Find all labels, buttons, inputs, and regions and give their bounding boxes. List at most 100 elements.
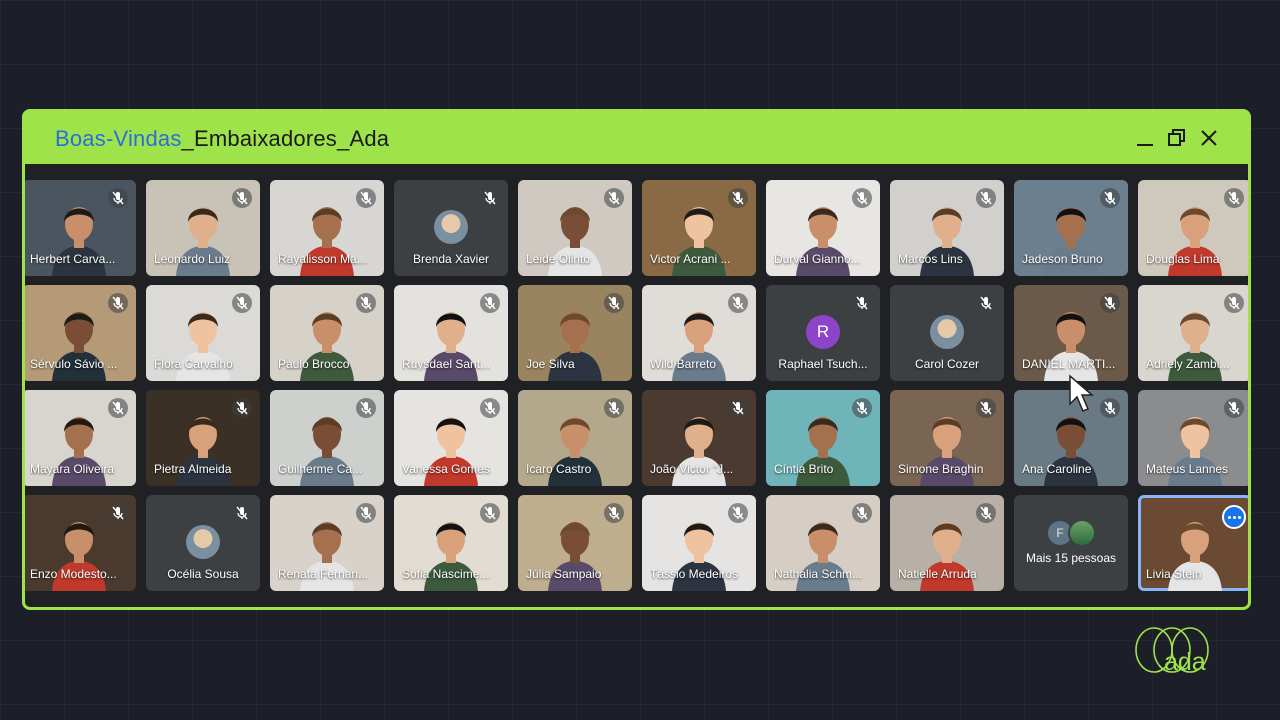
participant-tile[interactable]: Pietra Almeida — [146, 390, 260, 486]
participant-tile[interactable]: Joe Silva — [518, 285, 632, 381]
mic-off-icon — [604, 293, 624, 313]
mic-off-icon — [1100, 188, 1120, 208]
participant-tile[interactable]: Guilherme Ca... — [270, 390, 384, 486]
participant-tile[interactable]: Wild Barreto — [642, 285, 756, 381]
participant-name: Natielle Arruda — [898, 567, 977, 581]
participant-name: Sofia Nascime... — [402, 567, 490, 581]
participant-tile[interactable]: Carol Cozer — [890, 285, 1004, 381]
participant-tile[interactable]: Herbert Carva... — [25, 180, 136, 276]
participant-tile[interactable]: Adriely Zambi... — [1138, 285, 1248, 381]
participant-name: Adriely Zambi... — [1146, 357, 1230, 371]
mic-off-icon — [852, 293, 872, 313]
participant-name: Victor Acrani ... — [650, 252, 731, 266]
mic-off-icon — [232, 503, 252, 523]
participant-tile[interactable]: Sofia Nascime... — [394, 495, 508, 591]
mic-off-icon — [480, 293, 500, 313]
participant-tile[interactable]: Cíntia Brito — [766, 390, 880, 486]
participant-name: Jadeson Bruno — [1022, 252, 1103, 266]
mic-off-icon — [728, 293, 748, 313]
mic-off-icon — [852, 398, 872, 418]
participant-tile[interactable]: João Victor “J... — [642, 390, 756, 486]
participant-tile[interactable]: Sérvulo Sávio ... — [25, 285, 136, 381]
participant-name: Durval Gianno... — [774, 252, 861, 266]
participant-name: Océlia Sousa — [167, 567, 239, 581]
participant-name: Guilherme Ca... — [278, 462, 363, 476]
participant-name: Herbert Carva... — [30, 252, 116, 266]
mic-off-icon — [852, 503, 872, 523]
mic-off-icon — [976, 293, 996, 313]
participant-name: Rayalisson Ma... — [278, 252, 367, 266]
meeting-window: Boas-Vindas_Embaixadores_Ada Herbert Car… — [22, 109, 1251, 610]
mic-off-icon — [1224, 188, 1244, 208]
more-participants-tile[interactable]: F Mais 15 pessoas — [1014, 495, 1128, 591]
mouse-cursor-icon — [1069, 374, 1095, 412]
participant-tile[interactable]: Douglas Lima — [1138, 180, 1248, 276]
participant-tile[interactable]: Icaro Castro — [518, 390, 632, 486]
participant-tile[interactable]: Flora Carvalho — [146, 285, 260, 381]
participant-name: Leonardo Luiz — [154, 252, 231, 266]
participant-tile[interactable]: Renata Fernan... — [270, 495, 384, 591]
participant-tile[interactable]: Brenda Xavier — [394, 180, 508, 276]
mic-off-icon — [232, 188, 252, 208]
participant-tile[interactable]: Leonardo Luiz — [146, 180, 260, 276]
participant-name: Pietra Almeida — [154, 462, 232, 476]
participant-tile[interactable]: Tássio Medeiros — [642, 495, 756, 591]
mic-off-icon — [108, 188, 128, 208]
meeting-title-rest: _Embaixadores_Ada — [181, 126, 390, 151]
brand-logo-text: ada — [1164, 648, 1206, 676]
participant-tile[interactable]: Leide Olinto — [518, 180, 632, 276]
participant-tile[interactable]: Victor Acrani ... — [642, 180, 756, 276]
participant-tile[interactable]: R Raphael Tsuch... — [766, 285, 880, 381]
mic-off-icon — [852, 188, 872, 208]
participant-tile[interactable]: Durval Gianno... — [766, 180, 880, 276]
avatar — [186, 525, 220, 559]
participant-tile[interactable]: DANIEL MARTI... — [1014, 285, 1128, 381]
more-options-icon[interactable] — [1222, 505, 1246, 529]
participant-tile[interactable]: Livia Stein — [1138, 495, 1248, 591]
mic-off-icon — [604, 398, 624, 418]
mic-off-icon — [728, 188, 748, 208]
participants-grid: Herbert Carva... Leonardo Luiz Rayalisson … — [25, 180, 1248, 591]
participant-tile[interactable]: Natielle Arruda — [890, 495, 1004, 591]
participant-name: Icaro Castro — [526, 462, 592, 476]
meeting-title-accent: Boas-Vindas — [55, 126, 182, 151]
participant-name: Brenda Xavier — [412, 252, 490, 266]
participant-tile[interactable]: Marcos Lins — [890, 180, 1004, 276]
participant-name: Wild Barreto — [650, 357, 717, 371]
participant-tile[interactable]: Vanessa Gomes — [394, 390, 508, 486]
participant-tile[interactable]: Enzo Modesto... — [25, 495, 136, 591]
participant-name: Paulo Brocco — [278, 357, 350, 371]
mic-off-icon — [232, 398, 252, 418]
participant-tile[interactable]: Ruysdael Sant... — [394, 285, 508, 381]
participant-name: Livia Stein — [1146, 567, 1202, 581]
participant-name: Vanessa Gomes — [402, 462, 490, 476]
participant-tile[interactable]: Mayara Oliveira — [25, 390, 136, 486]
meeting-title: Boas-Vindas_Embaixadores_Ada — [55, 126, 389, 152]
participant-tile[interactable]: Simone Braghin — [890, 390, 1004, 486]
mic-off-icon — [108, 293, 128, 313]
participant-tile[interactable]: Océlia Sousa — [146, 495, 260, 591]
participant-tile[interactable]: Rayalisson Ma... — [270, 180, 384, 276]
participant-tile[interactable]: Júlia Sampaio — [518, 495, 632, 591]
close-icon[interactable] — [1198, 127, 1220, 149]
participant-tile[interactable]: Mateus Lannes — [1138, 390, 1248, 486]
mic-off-icon — [1224, 398, 1244, 418]
participant-name: Enzo Modesto... — [30, 567, 117, 581]
mic-off-icon — [976, 188, 996, 208]
restore-icon[interactable] — [1166, 127, 1188, 149]
avatar — [1068, 519, 1096, 547]
participant-tile[interactable]: Paulo Brocco — [270, 285, 384, 381]
participant-tile[interactable]: Jadeson Bruno — [1014, 180, 1128, 276]
participant-tile[interactable]: Nathalia Schm... — [766, 495, 880, 591]
mic-off-icon — [356, 398, 376, 418]
participants-grid-area: Herbert Carva... Leonardo Luiz Rayalisson … — [25, 164, 1248, 607]
mic-off-icon — [108, 398, 128, 418]
participant-name: Mateus Lannes — [1146, 462, 1229, 476]
participant-name: Tássio Medeiros — [650, 567, 739, 581]
participant-name: Simone Braghin — [898, 462, 984, 476]
avatar-initial: R — [806, 315, 840, 349]
minimize-icon[interactable] — [1134, 127, 1156, 149]
participant-name: Sérvulo Sávio ... — [30, 357, 118, 371]
participant-name: Júlia Sampaio — [526, 567, 602, 581]
window-controls — [1134, 127, 1220, 149]
